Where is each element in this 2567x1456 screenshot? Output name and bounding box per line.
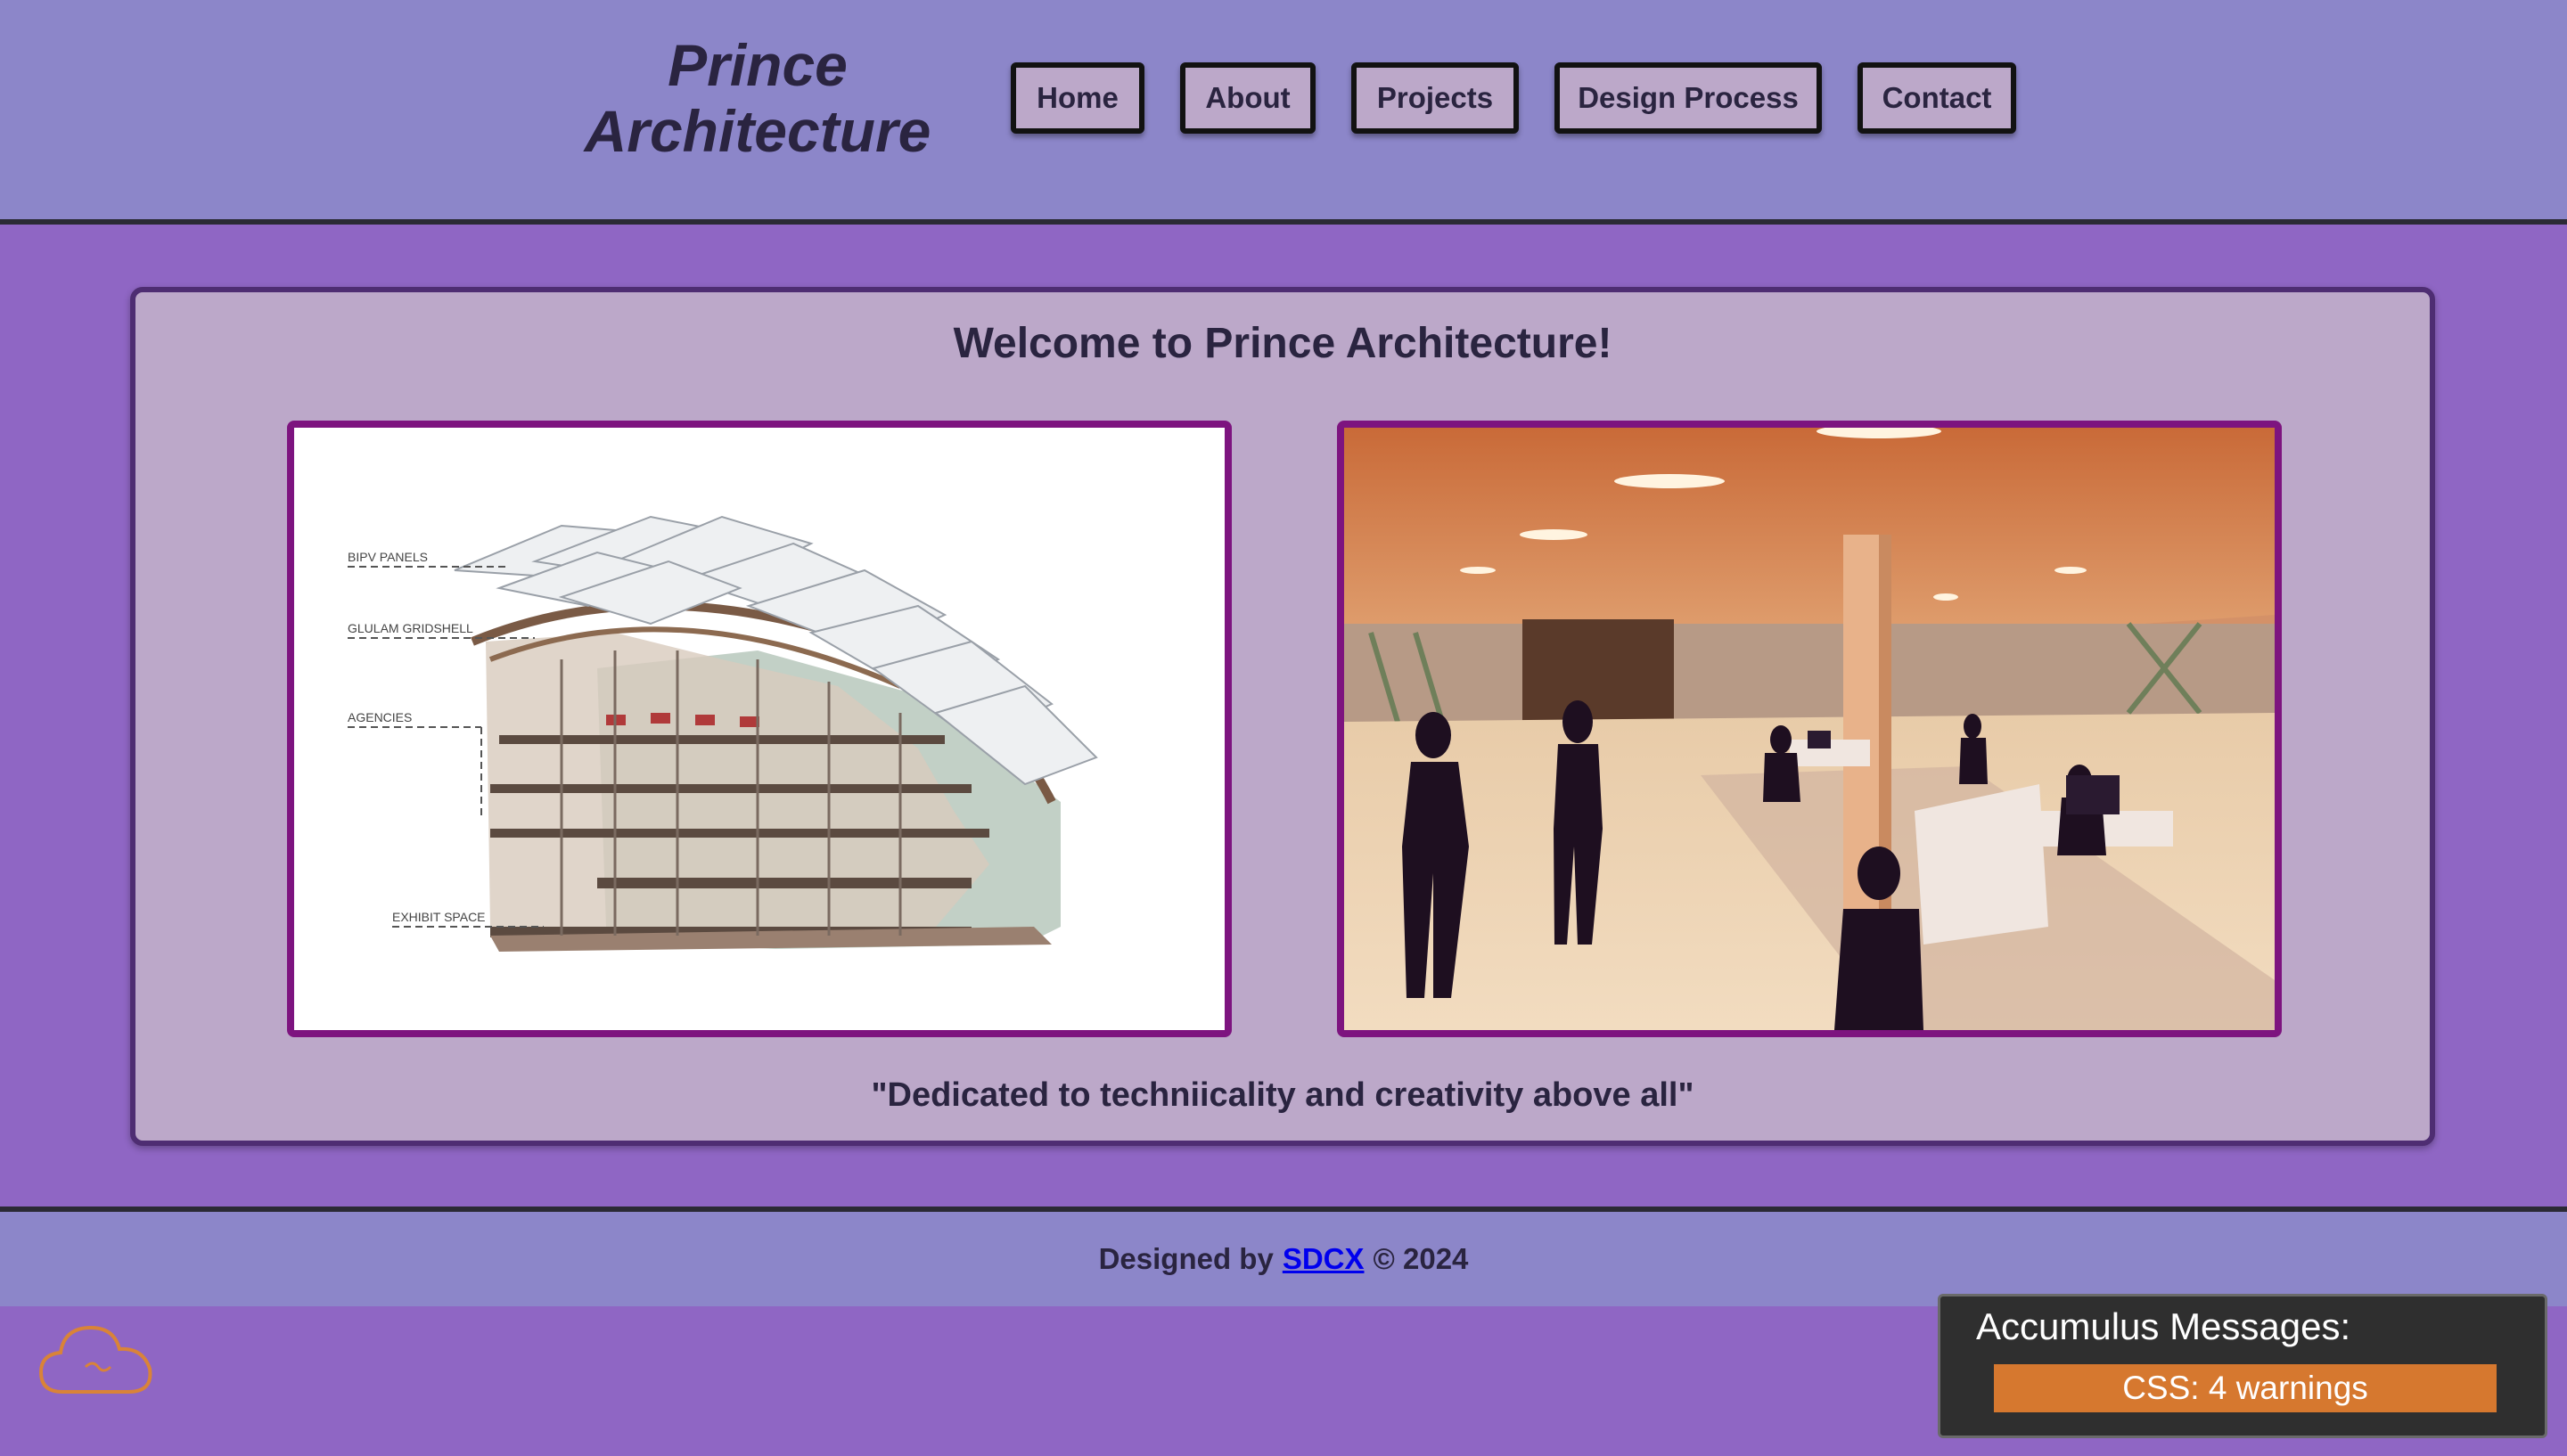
- cloud-icon[interactable]: [36, 1315, 157, 1401]
- cloud-outline-icon: [38, 1325, 152, 1394]
- label-glulam-gridshell: GLULAM GRIDSHELL: [348, 621, 473, 635]
- tagline: "Dedicated to techniicality and creativi…: [871, 1076, 1694, 1114]
- site-header: Prince Architecture Home About Projects …: [0, 0, 2567, 225]
- welcome-heading: Welcome to Prince Architecture!: [953, 320, 1612, 367]
- footer-author-link[interactable]: SDCX: [1283, 1242, 1365, 1276]
- nav-projects-button[interactable]: Projects: [1351, 62, 1519, 134]
- welcome-card: Welcome to Prince Architecture! BIPV PAN…: [130, 287, 2435, 1146]
- css-warnings-badge[interactable]: CSS: 4 warnings: [1994, 1364, 2497, 1412]
- section-diagram-image: BIPV PANELS GLULAM GRIDSHELL AGENCIES EX…: [287, 421, 1232, 1037]
- interior-render-image: [1337, 421, 2282, 1037]
- brand-logo[interactable]: Prince Architecture: [535, 32, 980, 164]
- messages-title: Accumulus Messages:: [1976, 1305, 2351, 1347]
- nav-about-button[interactable]: About: [1180, 62, 1316, 134]
- label-agencies: AGENCIES: [348, 710, 412, 724]
- footer-copyright: © 2024: [1373, 1242, 1469, 1275]
- building-section-drawing: BIPV PANELS GLULAM GRIDSHELL AGENCIES EX…: [348, 515, 1098, 952]
- site-footer: Designed by SDCX © 2024: [0, 1207, 2567, 1306]
- accumulus-messages-panel: Accumulus Messages: CSS: 4 warnings: [1938, 1294, 2547, 1438]
- label-bipv-panels: BIPV PANELS: [348, 550, 428, 564]
- brand-line-2: Architecture: [584, 98, 931, 164]
- nav-contact-button[interactable]: Contact: [1858, 62, 2016, 134]
- nav-design-process-button[interactable]: Design Process: [1554, 62, 1822, 134]
- office-interior-render: [1344, 428, 2275, 1030]
- label-exhibit-space: EXHIBIT SPACE: [392, 910, 486, 924]
- footer-prefix: Designed by: [1098, 1242, 1274, 1275]
- nav-home-button[interactable]: Home: [1011, 62, 1144, 134]
- brand-line-1: Prince: [668, 32, 848, 98]
